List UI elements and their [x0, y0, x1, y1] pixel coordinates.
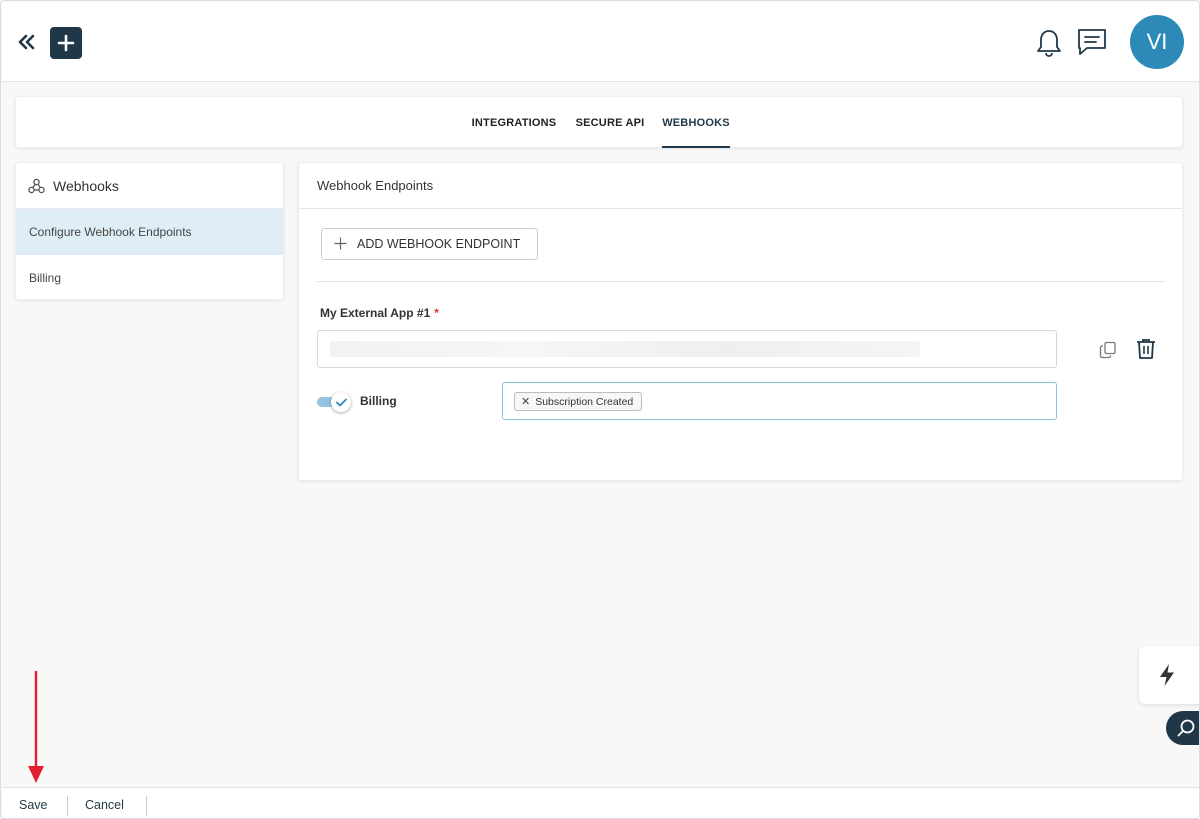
tab-secure-api[interactable]: SECURE API	[575, 97, 645, 148]
endpoint-name-label: My External App #1 *	[320, 306, 439, 320]
footer-bar: Save Cancel	[2, 787, 1199, 818]
divider	[146, 796, 147, 816]
sidebar-item-label: Billing	[29, 271, 62, 285]
required-marker: *	[434, 306, 439, 320]
cancel-button[interactable]: Cancel	[85, 788, 124, 818]
event-group-label: Billing	[360, 394, 397, 408]
lightning-icon	[1160, 664, 1174, 686]
panel-title: Webhook Endpoints	[299, 163, 1182, 209]
avatar[interactable]: VI	[1130, 15, 1184, 69]
tab-webhooks[interactable]: WEBHOOKS	[662, 97, 730, 148]
endpoint-name: My External App #1	[320, 306, 431, 320]
bell-icon[interactable]	[1035, 28, 1063, 58]
event-chip-label: Subscription Created	[535, 395, 634, 408]
plus-icon	[334, 235, 347, 253]
webhook-icon	[28, 178, 45, 193]
annotation-arrow-icon	[28, 671, 44, 783]
search-button[interactable]	[1166, 711, 1199, 745]
redacted-url	[330, 341, 920, 357]
add-webhook-endpoint-button[interactable]: ADD WEBHOOK ENDPOINT	[321, 228, 538, 260]
divider	[67, 796, 68, 816]
close-icon[interactable]: ✕	[521, 395, 530, 408]
sidebar-item-configure-webhook-endpoints[interactable]: Configure Webhook Endpoints	[16, 209, 283, 255]
add-button[interactable]	[50, 27, 82, 59]
trash-icon[interactable]	[1136, 338, 1156, 360]
sidebar-header: Webhooks	[16, 163, 283, 209]
app-window: VI INTEGRATIONS SECURE API WEBHOOKS Webh…	[0, 0, 1200, 819]
save-button[interactable]: Save	[19, 788, 48, 818]
search-icon	[1177, 719, 1195, 737]
endpoint-url-field[interactable]	[317, 330, 1057, 368]
webhook-endpoints-panel: Webhook Endpoints ADD WEBHOOK ENDPOINT M…	[298, 162, 1183, 481]
add-webhook-endpoint-label: ADD WEBHOOK ENDPOINT	[357, 237, 521, 251]
event-chip: ✕ Subscription Created	[514, 392, 643, 411]
events-select[interactable]: ✕ Subscription Created	[502, 382, 1057, 420]
sidebar: Webhooks Configure Webhook Endpoints Bil…	[15, 162, 284, 300]
copy-icon[interactable]	[1099, 341, 1117, 359]
checkmark-icon	[331, 392, 351, 412]
billing-toggle[interactable]	[317, 391, 351, 413]
quick-actions-button[interactable]	[1139, 646, 1199, 704]
sidebar-item-billing[interactable]: Billing	[16, 255, 283, 299]
top-bar: VI	[2, 2, 1199, 82]
tab-integrations[interactable]: INTEGRATIONS	[471, 97, 557, 148]
chat-icon[interactable]	[1076, 27, 1108, 57]
plus-icon	[57, 34, 75, 52]
divider	[317, 281, 1165, 282]
double-chevron-left-icon[interactable]	[16, 30, 38, 54]
tab-bar: INTEGRATIONS SECURE API WEBHOOKS	[15, 96, 1183, 148]
sidebar-title: Webhooks	[53, 177, 119, 194]
sidebar-item-label: Configure Webhook Endpoints	[29, 225, 192, 239]
